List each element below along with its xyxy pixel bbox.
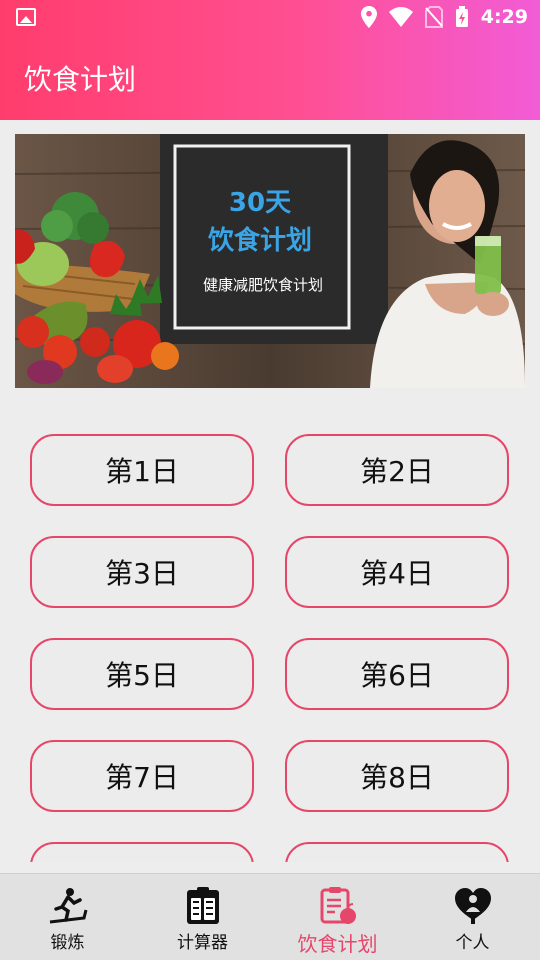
status-bar: 4:29 (0, 0, 540, 36)
day-button-4[interactable]: 第4日 (285, 536, 509, 608)
nav-label-exercise: 锻炼 (50, 933, 85, 953)
status-icons: 4:29 (360, 6, 528, 28)
nav-item-profile[interactable]: 个人 (405, 874, 540, 960)
app-bar: 饮食计划 (0, 36, 540, 120)
nav-label-diet-plan: 饮食计划 (297, 932, 378, 956)
location-icon (360, 6, 377, 28)
diet-plan-banner[interactable]: 30天 饮食计划 健康减肥饮食计划 (15, 134, 525, 388)
day-grid: 第1日 第2日 第3日 第4日 第5日 第6日 第7日 第8日 (30, 434, 510, 862)
day-button-10[interactable] (285, 842, 509, 862)
bottom-navigation: 锻炼 计算器 饮食计划 个人 (0, 873, 540, 960)
day-button-2[interactable]: 第2日 (285, 434, 509, 506)
battery-icon (455, 6, 468, 27)
heart-person-icon (454, 888, 491, 924)
banner-title-plan: 饮食计划 (207, 226, 312, 256)
diet-plan-icon (320, 887, 356, 924)
page-title: 饮食计划 (24, 63, 137, 96)
day-button-7[interactable]: 第7日 (30, 740, 254, 812)
no-sim-icon (424, 6, 443, 28)
status-time: 4:29 (480, 6, 528, 28)
banner-title-days: 30天 (228, 188, 292, 218)
day-button-8[interactable]: 第8日 (285, 740, 509, 812)
calculator-icon (186, 887, 219, 924)
day-button-3[interactable]: 第3日 (30, 536, 254, 608)
banner-illustration (15, 134, 525, 388)
day-button-9[interactable] (30, 842, 254, 862)
nav-item-calculator[interactable]: 计算器 (135, 874, 270, 960)
nav-label-calculator: 计算器 (177, 933, 228, 953)
nav-label-profile: 个人 (455, 933, 490, 953)
nav-item-diet-plan[interactable]: 饮食计划 (270, 874, 405, 960)
treadmill-icon (49, 888, 87, 924)
nav-item-exercise[interactable]: 锻炼 (0, 874, 135, 960)
banner-subtitle: 健康减肥饮食计划 (202, 276, 323, 294)
day-button-5[interactable]: 第5日 (30, 638, 254, 710)
day-button-1[interactable]: 第1日 (30, 434, 254, 506)
day-button-6[interactable]: 第6日 (285, 638, 509, 710)
image-notification-icon (16, 8, 36, 26)
wifi-icon (388, 7, 413, 27)
